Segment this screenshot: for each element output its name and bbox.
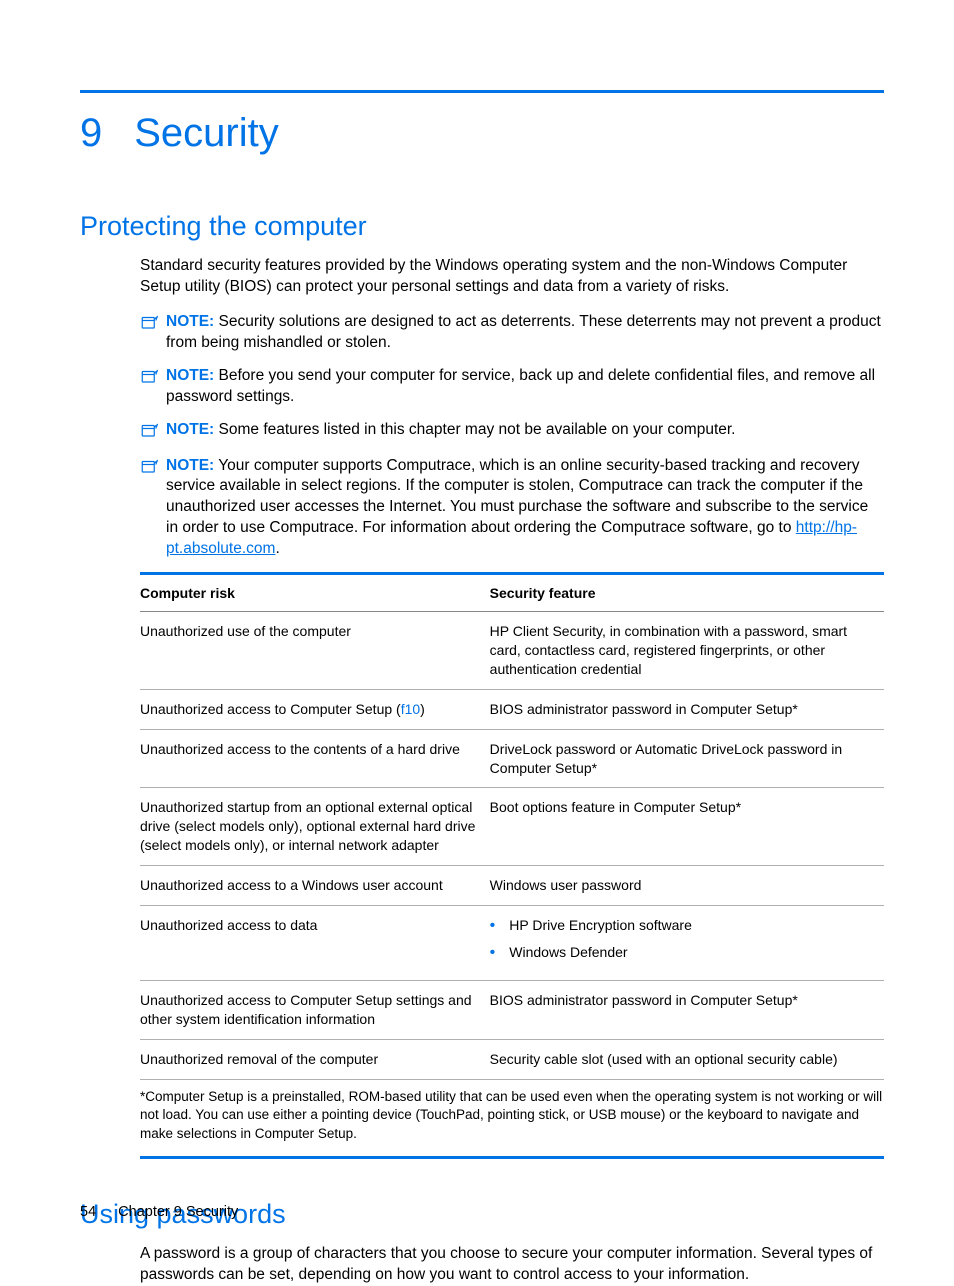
chapter-heading: 9 Security xyxy=(80,111,884,156)
table-row: Unauthorized access to the contents of a… xyxy=(140,729,884,788)
note-icon xyxy=(140,421,158,444)
feature-cell: BIOS administrator password in Computer … xyxy=(490,980,884,1039)
risk-feature-table: Computer risk Security feature Unauthori… xyxy=(140,572,884,1079)
note-text-pre: Your computer supports Computrace, which… xyxy=(166,457,868,537)
section2-body: A password is a group of characters that… xyxy=(140,1244,884,1286)
page-number: 54 xyxy=(80,1204,96,1220)
chapter-top-rule xyxy=(80,90,884,93)
table-row: Unauthorized access to Computer Setup se… xyxy=(140,980,884,1039)
table-row: Unauthorized access to a Windows user ac… xyxy=(140,866,884,906)
table-row: Unauthorized use of the computer HP Clie… xyxy=(140,612,884,690)
table-row: Unauthorized access to data • HP Drive En… xyxy=(140,906,884,981)
note-icon xyxy=(140,457,158,480)
feature-cell: Boot options feature in Computer Setup* xyxy=(490,788,884,866)
chapter-number: 9 xyxy=(80,111,102,156)
bullet-text: HP Drive Encryption software xyxy=(509,916,692,935)
intro-paragraph: Standard security features provided by t… xyxy=(140,256,884,298)
f10-key: f10 xyxy=(401,701,420,717)
section1-body: Standard security features provided by t… xyxy=(140,256,884,1159)
note-text: Before you send your computer for servic… xyxy=(166,367,875,405)
note-label: NOTE: xyxy=(166,367,214,384)
risk-cell: Unauthorized startup from an optional ex… xyxy=(140,788,490,866)
bullet-icon: • xyxy=(490,945,496,961)
feature-cell: HP Client Security, in combination with … xyxy=(490,612,884,690)
feature-cell: BIOS administrator password in Computer … xyxy=(490,689,884,729)
note-item: NOTE: Before you send your computer for … xyxy=(140,366,884,408)
note-text-post: . xyxy=(275,540,279,557)
table-row: Unauthorized removal of the computer Sec… xyxy=(140,1039,884,1079)
page-footer: 54 Chapter 9 Security xyxy=(80,1204,238,1220)
bullet-text: Windows Defender xyxy=(509,943,627,962)
chapter-title: Security xyxy=(134,111,279,156)
note-item: NOTE: Security solutions are designed to… xyxy=(140,312,884,354)
footer-breadcrumb: Chapter 9 Security xyxy=(118,1204,238,1220)
feature-cell: • HP Drive Encryption software • Windows D… xyxy=(490,906,884,981)
table-header-feature: Security feature xyxy=(490,574,884,612)
table-row: Unauthorized startup from an optional ex… xyxy=(140,788,884,866)
note-text: Security solutions are designed to act a… xyxy=(166,313,881,351)
bullet-icon: • xyxy=(490,918,496,934)
risk-cell: Unauthorized access to data xyxy=(140,906,490,981)
table-row: Unauthorized access to Computer Setup (f… xyxy=(140,689,884,729)
table-header-risk: Computer risk xyxy=(140,574,490,612)
risk-cell: Unauthorized access to a Windows user ac… xyxy=(140,866,490,906)
note-item: NOTE: Some features listed in this chapt… xyxy=(140,420,884,444)
passwords-paragraph: A password is a group of characters that… xyxy=(140,1244,884,1286)
note-icon xyxy=(140,367,158,390)
feature-cell: Windows user password xyxy=(490,866,884,906)
table-footnote: *Computer Setup is a preinstalled, ROM-b… xyxy=(140,1080,884,1160)
risk-cell: Unauthorized access to Computer Setup (f… xyxy=(140,689,490,729)
feature-cell: DriveLock password or Automatic DriveLoc… xyxy=(490,729,884,788)
risk-cell: Unauthorized access to the contents of a… xyxy=(140,729,490,788)
feature-cell: Security cable slot (used with an option… xyxy=(490,1039,884,1079)
risk-cell: Unauthorized removal of the computer xyxy=(140,1039,490,1079)
risk-cell: Unauthorized access to Computer Setup se… xyxy=(140,980,490,1039)
note-label: NOTE: xyxy=(166,457,214,474)
note-text: Some features listed in this chapter may… xyxy=(219,421,736,438)
note-item: NOTE: Your computer supports Computrace,… xyxy=(140,456,884,561)
note-label: NOTE: xyxy=(166,313,214,330)
risk-cell: Unauthorized use of the computer xyxy=(140,612,490,690)
note-label: NOTE: xyxy=(166,421,214,438)
note-icon xyxy=(140,313,158,336)
section-heading-protecting: Protecting the computer xyxy=(80,211,884,242)
